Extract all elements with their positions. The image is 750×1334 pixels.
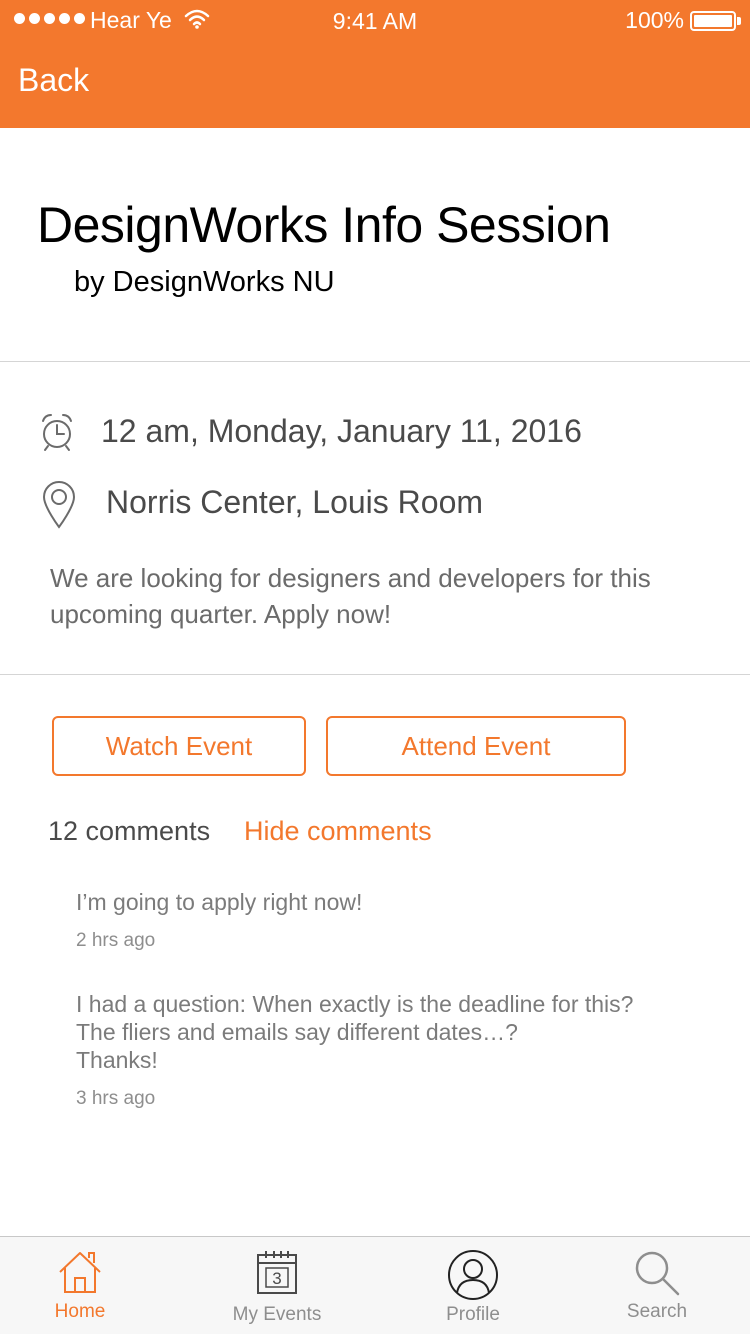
- comment-item: I’m going to apply right now! 2 hrs ago: [76, 888, 696, 952]
- divider: [0, 361, 750, 362]
- location-pin-icon: [42, 481, 76, 534]
- comment-text: I had a question: When exactly is the de…: [76, 991, 634, 1073]
- event-title: DesignWorks Info Session: [37, 197, 611, 253]
- calendar-icon: 3: [256, 1249, 298, 1300]
- alarm-clock-icon: [40, 412, 74, 457]
- profile-icon: [447, 1249, 499, 1306]
- hide-comments-link[interactable]: Hide comments: [244, 816, 432, 847]
- battery-percent: 100%: [625, 7, 684, 33]
- tab-label: Profile: [446, 1304, 500, 1325]
- search-icon: [633, 1249, 681, 1302]
- comment-item: I had a question: When exactly is the de…: [76, 990, 696, 1110]
- event-location: Norris Center, Louis Room: [106, 484, 484, 520]
- comment-count: 12 comments: [48, 816, 211, 846]
- comment-timestamp: 3 hrs ago: [76, 1088, 156, 1109]
- home-icon: [57, 1249, 103, 1300]
- battery-icon: [690, 11, 736, 31]
- tab-my-events[interactable]: 3 My Events: [197, 1237, 357, 1334]
- event-datetime: 12 am, Monday, January 11, 2016: [101, 413, 582, 449]
- nav-header: Hear Ye 9:41 AM 100% Back: [0, 0, 750, 128]
- tab-profile[interactable]: Profile: [393, 1237, 553, 1334]
- tab-label: Search: [626, 1301, 688, 1322]
- status-bar: Hear Ye 9:41 AM 100%: [0, 0, 750, 40]
- event-description: We are looking for designers and develop…: [50, 563, 651, 629]
- back-button[interactable]: Back: [18, 62, 89, 99]
- tab-home[interactable]: Home: [0, 1237, 160, 1334]
- attend-event-button[interactable]: Attend Event: [326, 716, 626, 776]
- tab-bar: Home 3 My Events Profile Search: [0, 1236, 750, 1334]
- comment-timestamp: 2 hrs ago: [76, 930, 156, 951]
- tab-search[interactable]: Search: [577, 1237, 737, 1334]
- calendar-day-number: 3: [272, 1269, 281, 1288]
- tab-label: My Events: [232, 1304, 322, 1325]
- watch-event-button[interactable]: Watch Event: [52, 716, 306, 776]
- tab-label: Home: [54, 1301, 106, 1322]
- divider: [0, 674, 750, 675]
- event-organizer: by DesignWorks NU: [74, 266, 335, 298]
- comment-text: I’m going to apply right now!: [76, 889, 363, 915]
